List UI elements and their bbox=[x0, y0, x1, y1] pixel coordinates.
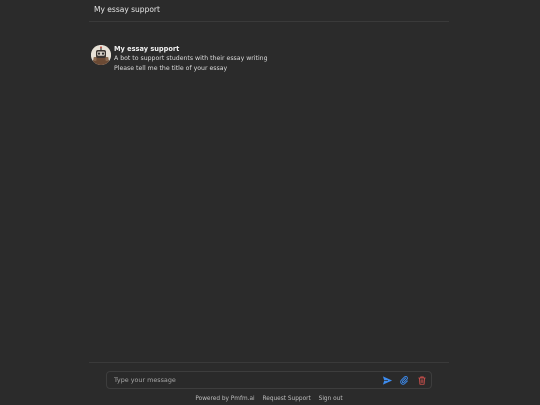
trash-icon bbox=[418, 376, 426, 385]
powered-by-text: Powered by Pmfm.ai bbox=[195, 396, 255, 402]
bot-name: My essay support bbox=[114, 45, 180, 53]
request-support-link[interactable]: Request Support bbox=[262, 396, 310, 402]
message-body: My essay support A bot to support studen… bbox=[114, 45, 434, 73]
header: My essay support bbox=[89, 0, 449, 22]
attach-button[interactable] bbox=[398, 374, 410, 386]
sign-out-link[interactable]: Sign out bbox=[319, 396, 343, 402]
paperclip-icon bbox=[400, 375, 408, 385]
composer-divider bbox=[89, 362, 449, 363]
page-title: My essay support bbox=[94, 5, 160, 14]
send-button[interactable] bbox=[381, 374, 393, 386]
message-input[interactable] bbox=[114, 373, 364, 387]
footer-links: Powered by Pmfm.ai Request Support Sign … bbox=[89, 396, 449, 402]
robot-avatar-icon bbox=[91, 45, 111, 65]
message-composer bbox=[106, 371, 432, 389]
send-icon bbox=[382, 375, 392, 385]
bot-description: A bot to support students with their ess… bbox=[114, 55, 268, 62]
bot-prompt: Please tell me the title of your essay bbox=[114, 64, 228, 72]
delete-button[interactable] bbox=[416, 374, 428, 386]
bot-message: My essay support A bot to support studen… bbox=[91, 45, 441, 77]
chat-app: My essay support My essay support A bot … bbox=[89, 0, 449, 405]
